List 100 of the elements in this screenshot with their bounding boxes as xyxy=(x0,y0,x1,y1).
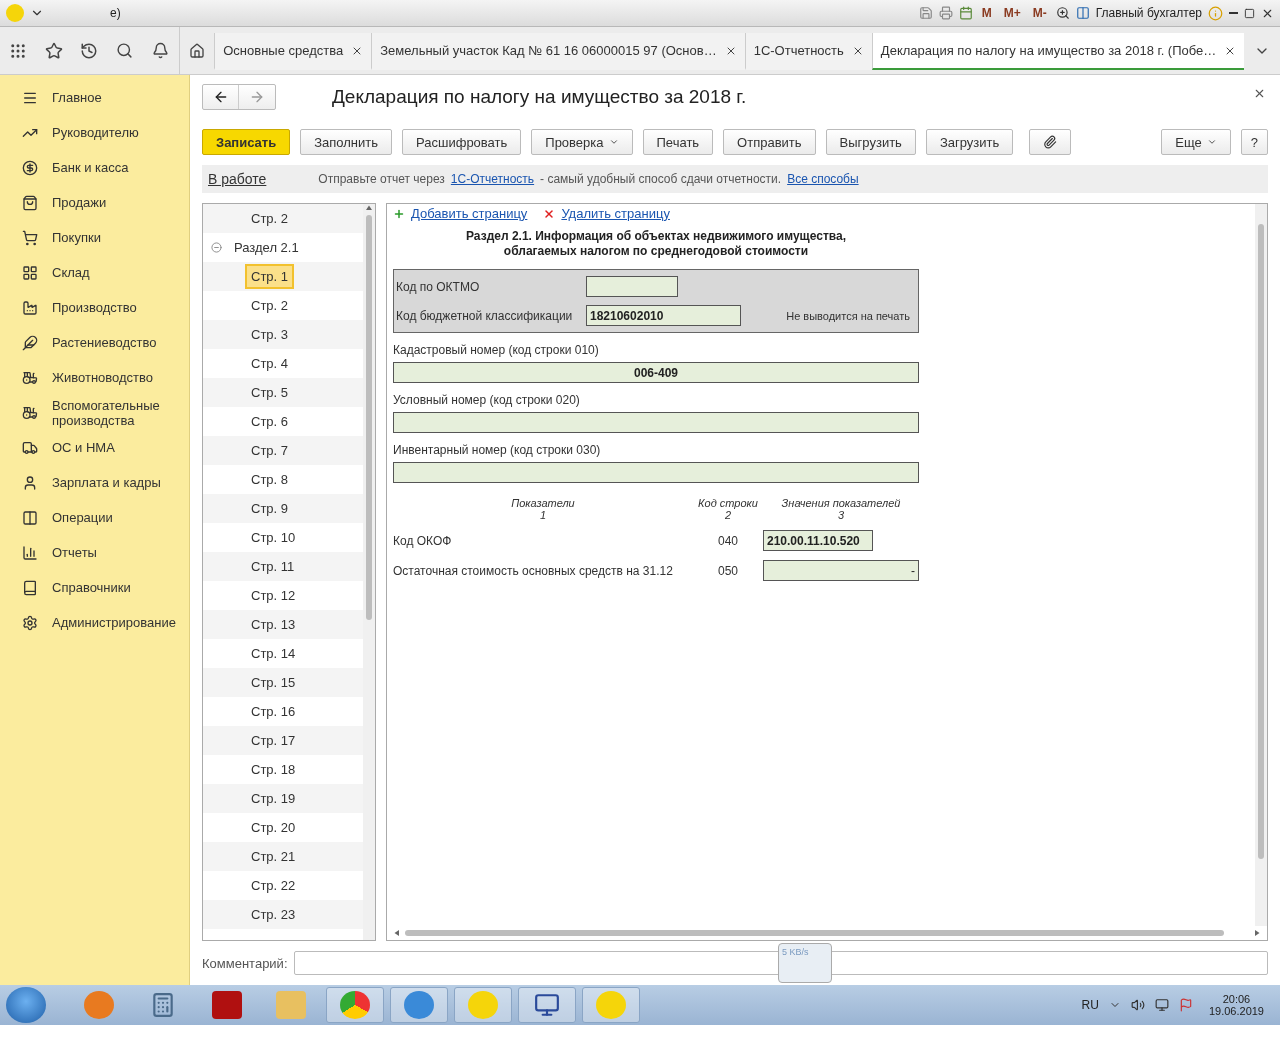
toolbar-button[interactable]: Выгрузить xyxy=(825,129,916,155)
sidebar-item[interactable]: Вспомогательные производства xyxy=(0,395,189,430)
delete-icon[interactable] xyxy=(543,207,556,220)
sidebar-item[interactable]: Администрирование xyxy=(0,605,189,640)
factory-icon xyxy=(22,299,38,316)
sidebar-item[interactable]: Зарплата и кадры xyxy=(0,465,189,500)
field-label: Инвентарный номер (код строки 030) xyxy=(393,443,602,457)
start-button[interactable] xyxy=(6,987,46,1023)
column-header: Значения показателей 3 xyxy=(780,497,902,521)
tree-item[interactable]: Раздел 2.1 xyxy=(228,235,305,260)
service-link[interactable]: 1С-Отчетность xyxy=(450,172,535,186)
tab[interactable]: Земельный участок Кад № 61 16 06000015 97 (Основ… xyxy=(371,33,745,70)
taskbar-app[interactable] xyxy=(390,987,448,1023)
input-field[interactable] xyxy=(393,412,919,433)
coin-icon xyxy=(22,159,38,176)
toolbar-button[interactable]: Заполнить xyxy=(300,129,393,155)
sidebar-item[interactable]: Склад xyxy=(0,255,189,290)
scroll-up-icon[interactable] xyxy=(366,204,372,210)
truck-icon xyxy=(22,439,38,456)
tree-item[interactable]: Стр. 8 xyxy=(245,467,295,492)
add-page-link[interactable]: Добавить страницу xyxy=(411,206,528,221)
sidebar-item[interactable]: Главное xyxy=(0,80,189,115)
person-icon xyxy=(22,474,38,491)
calculator-icon xyxy=(150,992,176,1018)
print-icon xyxy=(938,6,953,20)
feather-icon xyxy=(22,334,38,351)
toolbar-button[interactable]: Загрузить xyxy=(925,129,1014,155)
toolbar-button[interactable]: Печать xyxy=(642,129,714,155)
column-header: Код строки 2 xyxy=(697,497,759,521)
volume-icon xyxy=(1130,998,1145,1012)
indicator-label: Остаточная стоимость основных средств на 31.12 xyxy=(393,563,674,578)
all-methods-link[interactable]: Все способы xyxy=(787,172,859,186)
sidebar-item[interactable]: Животноводство xyxy=(0,360,189,395)
close-icon[interactable] xyxy=(1253,87,1266,100)
sidebar-item[interactable]: Операции xyxy=(0,500,189,535)
tree-item[interactable]: Стр. 2 xyxy=(245,293,295,318)
scroll-right-icon[interactable] xyxy=(1255,930,1261,936)
calendar-icon xyxy=(958,6,973,20)
input-field[interactable]: 006-409 xyxy=(393,362,919,383)
flag-icon xyxy=(1178,998,1193,1012)
tree-item[interactable]: Стр. 18 xyxy=(245,757,302,782)
plus-icon[interactable] xyxy=(393,207,405,220)
tab[interactable]: Декларация по налогу на имущество за 2018 г. (Побе… xyxy=(871,33,1245,70)
window-title: е) xyxy=(110,6,121,20)
delete-page-link[interactable]: Удалить страницу xyxy=(561,206,670,221)
sidebar-item[interactable]: Растениеводство xyxy=(0,325,189,360)
sidebar-item[interactable]: Руководителю xyxy=(0,115,189,150)
kbk-field[interactable]: 18210602010 xyxy=(586,305,741,326)
collapse-icon[interactable] xyxy=(211,242,222,253)
tree-item[interactable]: Стр. 6 xyxy=(245,409,295,434)
tree-item[interactable]: Стр. 22 xyxy=(245,873,302,898)
scrollbar[interactable] xyxy=(1255,204,1267,926)
tree-item[interactable]: Стр. 4 xyxy=(245,351,295,376)
grid-icon xyxy=(22,264,38,281)
bar-chart-icon xyxy=(22,544,38,561)
save-icon xyxy=(918,6,933,20)
sidebar-item[interactable]: Продажи xyxy=(0,185,189,220)
tree-item[interactable]: Стр. 16 xyxy=(245,699,302,724)
tree-item[interactable]: Стр. 10 xyxy=(245,525,302,550)
input-field[interactable] xyxy=(393,462,919,483)
scrollbar[interactable] xyxy=(363,204,375,940)
more-button[interactable]: Еще xyxy=(1161,129,1231,155)
taskbar-app[interactable] xyxy=(326,987,384,1023)
columns-icon xyxy=(22,509,38,526)
indicator-label: Код ОКОФ xyxy=(393,533,453,548)
row-code: 040 xyxy=(718,533,738,548)
sidebar-item[interactable]: Банк и касса xyxy=(0,150,189,185)
caret-icon xyxy=(1206,137,1217,147)
tree-item[interactable]: Стр. 12 xyxy=(245,583,302,608)
tab[interactable]: 1С-Отчетность xyxy=(744,33,872,70)
tree-item[interactable]: Стр. 1 xyxy=(245,264,295,289)
scroll-left-icon[interactable] xyxy=(393,930,399,936)
save-button[interactable]: Записать xyxy=(202,129,291,155)
memory-button[interactable]: M- xyxy=(1029,6,1050,20)
sidebar-item[interactable]: Покупки xyxy=(0,220,189,255)
status-link[interactable]: В работе xyxy=(208,171,267,187)
user-label[interactable]: Главный бухгалтер xyxy=(1095,6,1202,20)
toolbar-button[interactable]: Расшифровать xyxy=(402,129,522,155)
clock[interactable]: 20:06 19.06.2019 xyxy=(1208,993,1264,1017)
network-icon xyxy=(1154,998,1169,1012)
toolbar-button[interactable]: Отправить xyxy=(723,129,816,155)
help-button[interactable]: ? xyxy=(1240,129,1268,155)
sidebar-item[interactable]: ОС и НМА xyxy=(0,430,189,465)
memory-button[interactable]: M+ xyxy=(1000,6,1024,20)
oktmo-field[interactable] xyxy=(586,276,678,297)
memory-button[interactable]: M xyxy=(978,6,995,20)
tab[interactable]: Основные средства xyxy=(214,33,372,70)
taskbar-app[interactable] xyxy=(518,987,576,1023)
dropdown-button[interactable]: Проверка xyxy=(531,129,633,155)
attach-button[interactable] xyxy=(1029,129,1072,155)
sidebar-item[interactable]: Производство xyxy=(0,290,189,325)
language-indicator[interactable]: RU xyxy=(1081,998,1099,1012)
tree-item[interactable]: Стр. 20 xyxy=(245,815,302,840)
tree-item[interactable]: Стр. 14 xyxy=(245,641,302,666)
section-heading: Раздел 2.1. Информация об объектах недвижимого имущества, облагаемых налогом по среднегодовой стоимости xyxy=(465,229,847,259)
sidebar-item[interactable]: Отчеты xyxy=(0,535,189,570)
value-field[interactable]: 210.00.11.10.520 xyxy=(763,530,873,551)
panel-icon xyxy=(1075,6,1090,20)
sidebar-item[interactable]: Справочники xyxy=(0,570,189,605)
value-field[interactable]: - xyxy=(763,560,919,581)
